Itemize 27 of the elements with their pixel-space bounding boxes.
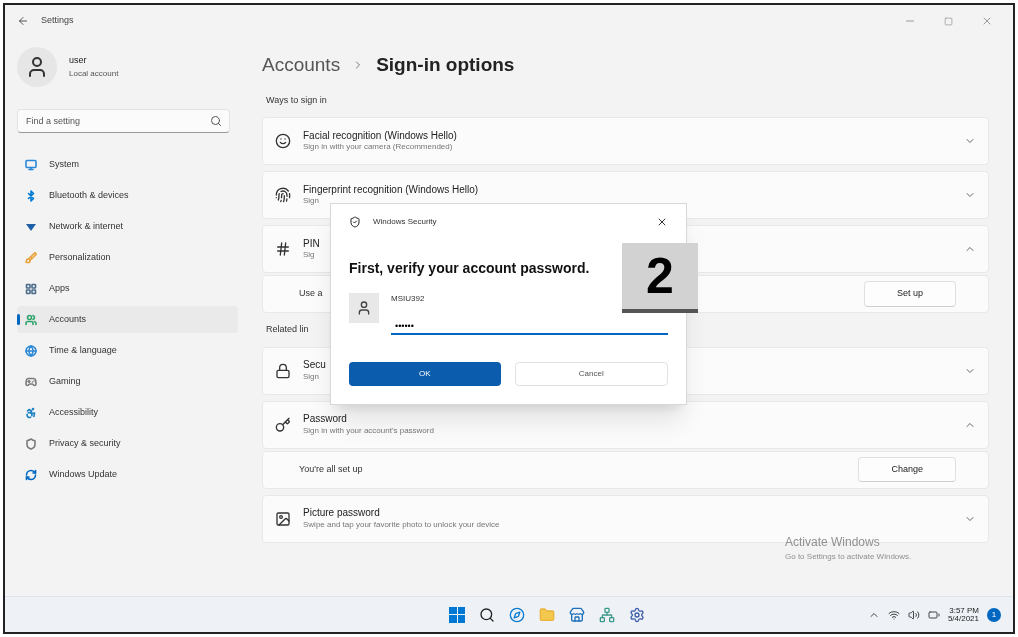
dialog-title: Windows Security — [373, 216, 438, 228]
row-title: Picture password — [303, 507, 380, 520]
notice-subtitle: Go to Settings to activate Windows. — [785, 551, 912, 563]
row-title: PIN — [303, 237, 320, 251]
dialog-heading: First, verify your account password. — [349, 259, 591, 278]
clock-time: 3:57 PM — [949, 606, 979, 615]
row-subtitle: Swipe and tap your favorite photo to unlock your device — [303, 519, 500, 530]
row-title: Secu — [303, 359, 326, 372]
row-subtitle: Sig — [303, 250, 315, 261]
window-title: Settings — [41, 14, 75, 28]
row-subtitle: Sign — [303, 196, 319, 207]
row-subtitle: Sign — [303, 371, 319, 382]
row-title: Password — [303, 413, 347, 426]
section-label: Ways to sign in — [266, 93, 327, 107]
clock-date: 5/4/2021 — [947, 614, 979, 623]
row-subtitle: Sign in with your account's password — [303, 425, 434, 436]
row-title: Facial recognition (Windows Hello) — [303, 129, 457, 143]
step-badge: 2 — [622, 243, 698, 313]
page-title: Sign-in options — [376, 53, 515, 77]
row-subtitle: Sign in with your camera (Recommended) — [303, 142, 453, 153]
detail-text: Use a — [299, 287, 323, 301]
account-type: Local account — [69, 67, 119, 80]
row-title: Fingerprint recognition (Windows Hello) — [303, 183, 479, 197]
username: MSIU392 — [391, 293, 426, 305]
account-name: user — [69, 54, 88, 68]
detail-text: You're all set up — [299, 462, 363, 476]
section-label: Related lin — [266, 323, 309, 336]
